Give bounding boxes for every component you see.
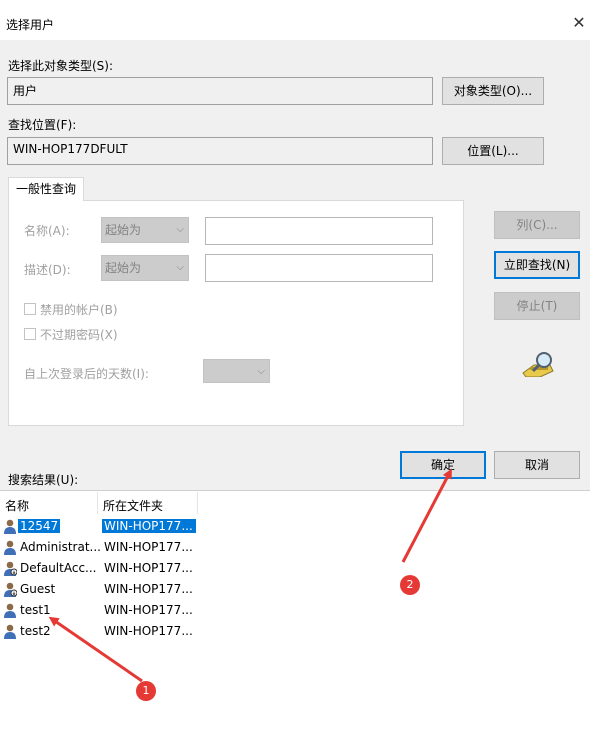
- annotation-overlay: [48, 468, 452, 683]
- annotation-marker-2: 2: [400, 575, 420, 595]
- annotation-arrow-1: [48, 616, 143, 683]
- annotation-arrow-2: [401, 468, 452, 563]
- annotation-marker-1: 1: [136, 681, 156, 701]
